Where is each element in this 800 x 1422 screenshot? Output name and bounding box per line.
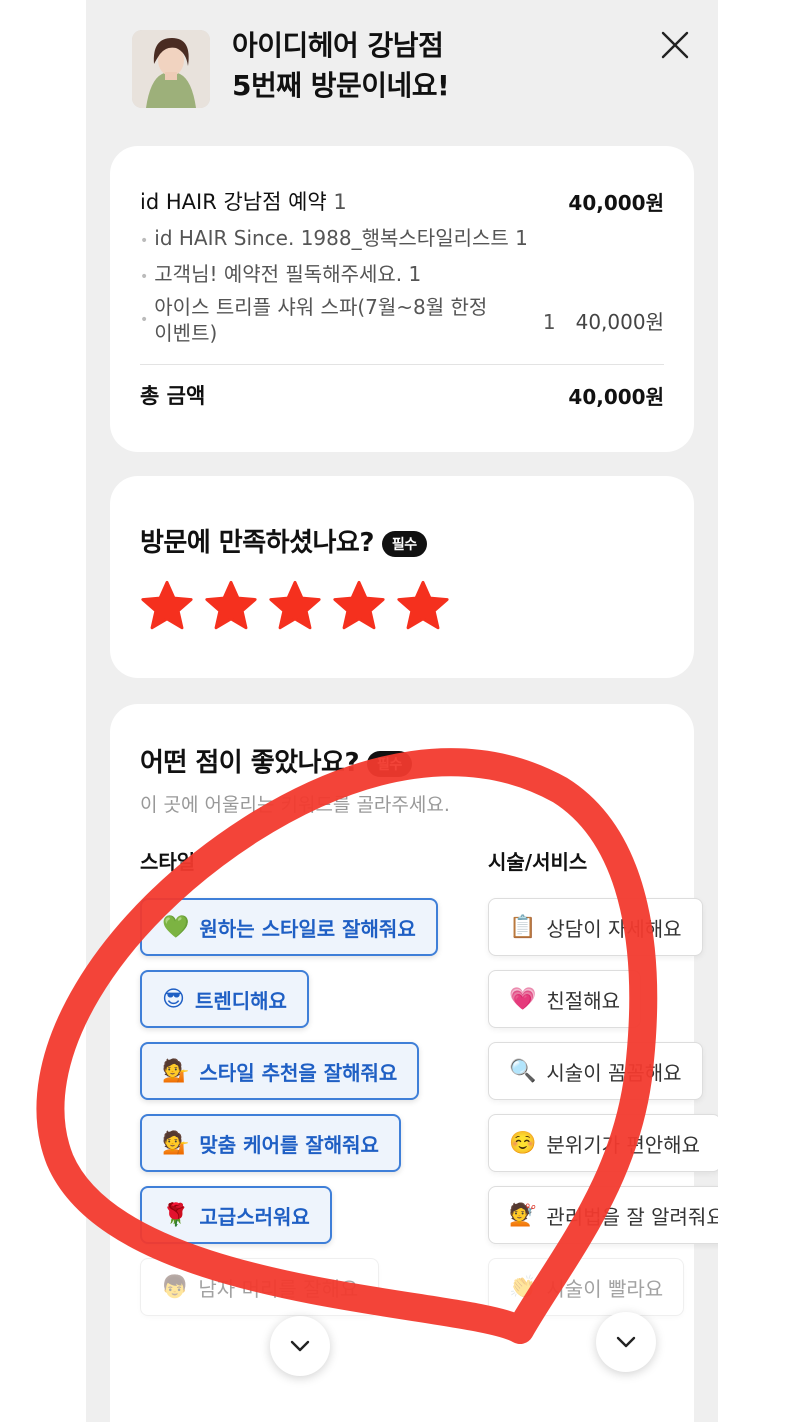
chip-emoji: 💁 — [162, 1130, 190, 1156]
good-points-card: 어떤 점이 좋았나요? 필수 이 곳에 어울리는 키워드를 골라주세요. 스타일 … — [110, 704, 718, 1422]
keyword-chip[interactable]: 💁 스타일 추천을 잘해줘요 — [140, 1042, 420, 1100]
chip-emoji: 😎 — [162, 986, 185, 1012]
star-icon[interactable] — [330, 578, 388, 636]
order-item-name: id HAIR 강남점 예약 — [140, 190, 327, 214]
chip-label: 맞춤 케어를 잘해줘요 — [199, 1132, 379, 1157]
keyword-chip[interactable]: 💚 원하는 스타일로 잘해줘요 — [140, 898, 438, 956]
chip-emoji: ☺️ — [509, 1130, 537, 1156]
chevron-down-icon — [290, 1340, 310, 1352]
chip-emoji: 👦 — [161, 1274, 189, 1300]
order-item-name: 아이스 트리플 샤워 스파(7월~8월 한정 — [154, 295, 488, 319]
chip-label: 스타일 추천을 잘해줘요 — [199, 1060, 398, 1085]
keyword-chip[interactable]: 💁 맞춤 케어를 잘해줘요 — [140, 1114, 401, 1172]
keyword-chip[interactable]: 💗 친절해요 — [488, 970, 642, 1028]
star-icon[interactable] — [202, 578, 260, 636]
order-summary-card: id HAIR 강남점 예약 1 40,000원 • id HAIR Since.… — [110, 146, 694, 452]
style-column-label: 스타일 — [140, 850, 196, 874]
keyword-chip[interactable]: 🔍 시술이 꼼꼼해요 — [488, 1042, 703, 1100]
star-icon[interactable] — [266, 578, 324, 636]
chip-emoji: 📋 — [509, 914, 537, 940]
total-label: 총 금액 — [140, 384, 206, 408]
chip-emoji: 🌹 — [162, 1202, 190, 1228]
required-badge: 필수 — [381, 530, 427, 557]
chip-label: 분위기가 편안해요 — [546, 1132, 700, 1157]
shop-avatar — [132, 30, 210, 108]
title-line-2: 5번째 방문이네요! — [232, 69, 450, 102]
rating-card: 방문에 만족하셨나요? 필수 — [110, 476, 694, 678]
service-column-label: 시술/서비스 — [488, 850, 588, 874]
star-icon[interactable] — [394, 578, 452, 636]
order-item-qty: 1 — [408, 262, 422, 286]
order-item-qty: 1 — [515, 226, 528, 250]
chip-emoji: 🔍 — [509, 1058, 537, 1084]
close-icon — [661, 31, 689, 59]
star-rating[interactable] — [138, 578, 452, 636]
chip-label: 시술이 꼼꼼해요 — [546, 1060, 682, 1085]
chip-label: 남자 머리를 잘해요 — [198, 1276, 359, 1301]
order-item-2: • id HAIR Since. 1988_행복스타일리스트 1 — [140, 226, 528, 250]
scroll-down-button[interactable] — [596, 1312, 656, 1372]
rating-question-text: 방문에 만족하셨나요? — [140, 528, 374, 558]
chip-label: 친절해요 — [546, 988, 621, 1013]
order-item-qty: 1 — [542, 309, 556, 334]
title-line-1: 아이디헤어 강남점 — [232, 29, 444, 62]
chevron-down-icon — [616, 1336, 636, 1348]
required-badge: 필수 — [367, 750, 412, 777]
keyword-chip[interactable]: 📋 상담이 자세해요 — [488, 898, 703, 956]
chip-label: 상담이 자세해요 — [546, 916, 682, 941]
chip-emoji: 💗 — [509, 986, 537, 1012]
order-item-3: • 고객님! 예약전 필독해주세요. 1 — [140, 262, 422, 286]
chip-label: 트렌디해요 — [194, 988, 287, 1013]
order-item-4: • 아이스 트리플 샤워 스파(7월~8월 한정 이벤트) 1 40,000원 — [140, 295, 664, 345]
order-item-1: id HAIR 강남점 예약 1 40,000원 — [140, 186, 664, 216]
order-total-row: 총 금액 40,000원 — [140, 380, 664, 410]
keyword-chip[interactable]: 👦 남자 머리를 잘해요 — [140, 1258, 380, 1316]
order-item-name: 고객님! 예약전 필독해주세요. — [154, 262, 403, 286]
keyword-chip[interactable]: ☺️ 분위기가 편안해요 — [488, 1114, 718, 1172]
order-item-price: 40,000원 — [575, 309, 664, 334]
chip-emoji: 💚 — [162, 914, 190, 940]
order-item-name-cont: 이벤트) — [154, 321, 218, 345]
chip-emoji: 👏 — [509, 1274, 537, 1300]
keyword-chip[interactable]: 👏 시술이 빨라요 — [488, 1258, 685, 1316]
phone-screen: 아이디헤어 강남점 5번째 방문이네요! id HAIR 강남점 예약 1 40… — [86, 0, 718, 1422]
total-value: 40,000원 — [568, 384, 664, 409]
order-item-qty: 1 — [333, 190, 347, 214]
keyword-chip[interactable]: 😎 트렌디해요 — [140, 970, 309, 1028]
page-title: 아이디헤어 강남점 5번째 방문이네요! — [232, 26, 450, 106]
chip-label: 고급스러워요 — [199, 1204, 310, 1229]
scroll-down-button[interactable] — [270, 1316, 330, 1376]
close-button[interactable] — [656, 26, 694, 64]
order-item-name: id HAIR Since. 1988_행복스타일리스트 — [154, 226, 509, 250]
chip-label: 관리법을 잘 알려줘요 — [546, 1204, 718, 1229]
keyword-chip[interactable]: 🌹 고급스러워요 — [140, 1186, 332, 1244]
star-icon[interactable] — [138, 578, 196, 636]
good-points-question-text: 어떤 점이 좋았나요? — [140, 748, 360, 778]
rating-question: 방문에 만족하셨나요? 필수 — [140, 522, 427, 559]
helper-text: 이 곳에 어울리는 키워드를 골라주세요. — [140, 794, 450, 816]
good-points-question: 어떤 점이 좋았나요? 필수 — [140, 742, 412, 779]
chip-emoji: 💇 — [509, 1202, 537, 1228]
keyword-chip[interactable]: 💇 관리법을 잘 알려줘요 — [488, 1186, 718, 1244]
header: 아이디헤어 강남점 5번째 방문이네요! — [86, 0, 718, 130]
chip-label: 시술이 빨라요 — [546, 1276, 664, 1301]
chip-emoji: 💁 — [162, 1058, 190, 1084]
order-item-price: 40,000원 — [568, 190, 664, 215]
chip-label: 원하는 스타일로 잘해줘요 — [199, 916, 416, 941]
divider — [140, 364, 664, 365]
